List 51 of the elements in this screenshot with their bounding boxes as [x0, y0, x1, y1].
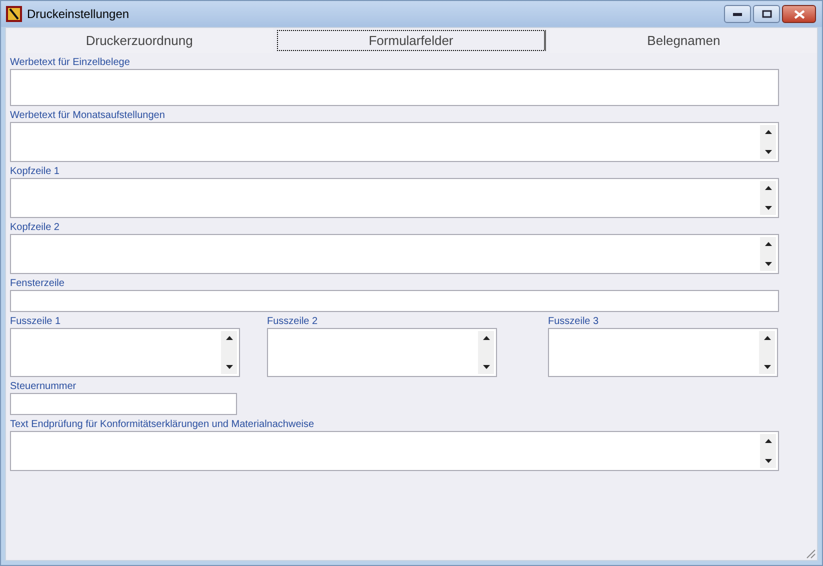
window-title: Druckeinstellungen [27, 6, 130, 23]
field-label: Fensterzeile [10, 277, 66, 290]
input-field[interactable] [10, 393, 237, 415]
scrollbar[interactable] [760, 434, 776, 468]
scroll-up-icon[interactable] [226, 336, 232, 340]
scroll-down-icon[interactable] [764, 150, 772, 154]
scroll-down-icon[interactable] [482, 365, 490, 369]
field-label: Fusszeile 3 [548, 315, 600, 328]
scroll-up-icon[interactable] [764, 130, 772, 134]
input-field[interactable] [10, 328, 240, 377]
input-field[interactable] [10, 234, 779, 274]
field-label: Steuernummer [10, 380, 78, 393]
field-label: Text Endprüfung für Konformitätserklärungen und Materialnachweise [10, 418, 316, 431]
scroll-up-icon[interactable] [764, 242, 772, 246]
scrollbar[interactable] [759, 331, 775, 374]
scroll-down-icon[interactable] [764, 262, 772, 266]
field-label: Werbetext für Monatsaufstellungen [10, 109, 166, 122]
maximize-button[interactable] [753, 5, 780, 23]
scrollbar[interactable] [760, 181, 776, 215]
scroll-down-icon[interactable] [764, 365, 770, 369]
app-icon [6, 6, 22, 22]
scroll-up-icon[interactable] [764, 439, 772, 443]
input-field[interactable] [10, 122, 779, 162]
scroll-up-icon[interactable] [764, 336, 770, 340]
scrollbar[interactable] [478, 331, 494, 374]
scroll-up-icon[interactable] [482, 336, 490, 340]
field-label: Werbetext für Einzelbelege [10, 56, 131, 69]
input-field[interactable] [10, 431, 779, 471]
minimize-button[interactable] [724, 5, 751, 23]
resize-grip-icon[interactable] [805, 548, 816, 559]
field-label: Kopfzeile 2 [10, 221, 60, 234]
minimize-icon [733, 12, 742, 16]
scrollbar[interactable] [760, 237, 776, 271]
field-label: Kopfzeile 1 [10, 165, 60, 178]
input-field[interactable] [10, 290, 779, 312]
scrollbar[interactable] [760, 125, 776, 159]
input-field[interactable] [10, 178, 779, 218]
input-field[interactable] [267, 328, 497, 377]
scroll-up-icon[interactable] [764, 186, 772, 190]
field-label: Fusszeile 1 [10, 315, 62, 328]
close-icon [794, 10, 804, 18]
input-field[interactable] [10, 69, 779, 106]
field-label: Fusszeile 2 [267, 315, 319, 328]
close-button[interactable] [782, 5, 816, 23]
input-field[interactable] [548, 328, 778, 377]
tab[interactable]: Formularfelder [276, 30, 546, 51]
scroll-down-icon[interactable] [226, 365, 232, 369]
scroll-down-icon[interactable] [764, 459, 772, 463]
maximize-icon [762, 10, 772, 18]
scrollbar[interactable] [221, 331, 237, 374]
scroll-down-icon[interactable] [764, 206, 772, 210]
